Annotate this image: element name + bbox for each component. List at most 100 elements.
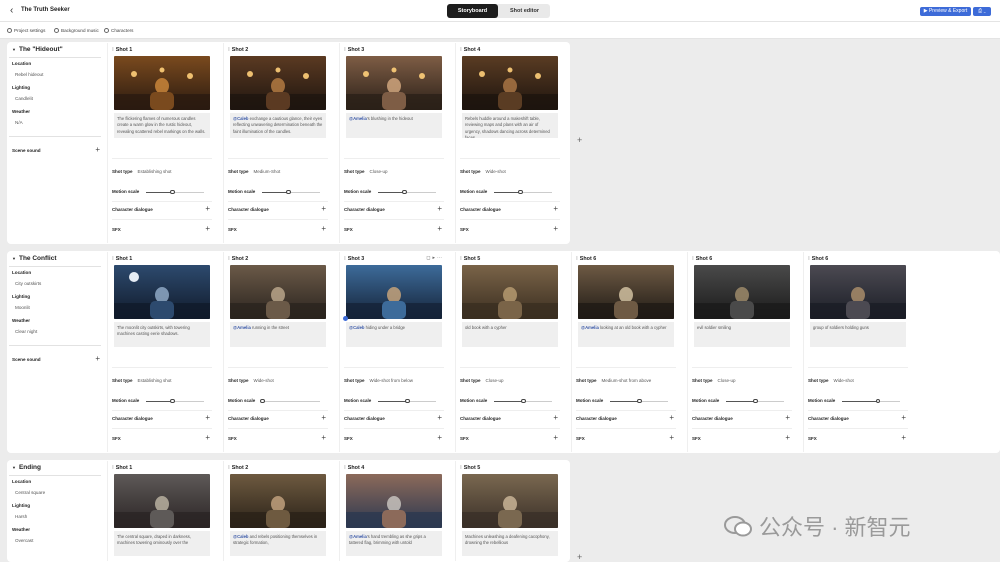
shot-thumbnail[interactable] [114,56,210,110]
motion-scale-slider[interactable] [494,189,552,194]
shot-card[interactable]: ⁞ Shot 6 group of soldiers holding guns S… [803,252,914,452]
motion-scale-slider[interactable] [378,189,436,194]
shot-card[interactable]: ⁞ Shot 6 evil soldier smiling Shot type Cl… [687,252,798,452]
background-music-button[interactable]: Background music [54,28,99,33]
character-mention[interactable]: @Caleb [349,325,365,330]
shot-type-value[interactable]: Medium-Shot [254,169,281,174]
shot-description[interactable]: Machines unleashing a deafening cacophon… [462,531,558,556]
character-mention[interactable]: @Amelia [581,325,599,330]
shot-card[interactable]: ⁞ Shot 3 ◻▸⋯ @Caleb hiding under a bridge… [339,252,450,452]
add-sfx-icon[interactable]: + [205,224,210,233]
motion-scale-slider[interactable] [726,398,784,403]
weather-value[interactable]: Clear night [15,329,37,334]
shot-description[interactable]: @Caleb hiding under a bridge [346,322,442,347]
motion-scale-slider[interactable] [610,398,668,403]
shot-thumbnail[interactable] [230,474,326,528]
character-mention[interactable]: @Amelia [349,534,367,539]
slider-knob[interactable] [402,189,407,194]
drag-handle-icon[interactable]: ⁞ [112,465,114,471]
shot-thumbnail[interactable] [230,265,326,319]
slider-knob[interactable] [405,398,410,403]
shot-description[interactable]: @Caleb and rebels positioning themselves… [230,531,326,556]
shot-thumbnail[interactable] [462,474,558,528]
shot-type-value[interactable]: Close-up [370,169,388,174]
lighting-value[interactable]: Candlelit [15,96,33,101]
shot-thumbnail[interactable] [230,56,326,110]
location-value[interactable]: City outskirts [15,281,41,286]
export-menu-button[interactable]: ⎙ ⌄ [973,7,991,16]
weather-value[interactable]: Overcast [15,538,33,543]
lighting-value[interactable]: Moonlit [15,305,30,310]
drag-handle-icon[interactable]: ⁞ [228,465,230,471]
shot-description[interactable]: @Amelia looking at an old book with a cy… [578,322,674,347]
shot-description[interactable]: The flickering flames of numerous candle… [114,113,210,138]
drag-handle-icon[interactable]: ⁞ [808,256,810,262]
shot-card[interactable]: ⁞ Shot 2 @Amelia running in the street Sh… [223,252,334,452]
characters-button[interactable]: Characters [104,28,133,33]
drag-handle-icon[interactable]: ⁞ [344,465,346,471]
add-sfx-icon[interactable]: + [437,224,442,233]
add-sfx-icon[interactable]: + [321,433,326,442]
shot-type-value[interactable]: Establishing shot [138,169,172,174]
more-icon[interactable]: ⋯ [437,255,444,261]
slider-knob[interactable] [875,398,881,403]
add-dialogue-icon[interactable]: + [205,413,210,422]
character-mention[interactable]: @Caleb [233,116,249,121]
add-sfx-icon[interactable]: + [785,433,790,442]
shot-card[interactable]: ⁞ Shot 6 @Amelia looking at an old book w… [571,252,682,452]
add-dialogue-icon[interactable]: + [437,413,442,422]
shot-thumbnail[interactable] [810,265,906,319]
add-dialogue-icon[interactable]: + [553,413,558,422]
scene-title[interactable]: ▼ The Conflict [12,255,57,262]
shot-type-value[interactable]: Wide-shot from below [370,378,414,383]
shot-card[interactable]: ⁞ Shot 5 old book with a cypher Shot type… [455,252,566,452]
shot-type-value[interactable]: Close-up [486,378,504,383]
add-dialogue-icon[interactable]: + [205,204,210,213]
character-mention[interactable]: @Caleb [233,534,249,539]
collapse-icon[interactable]: ▼ [12,256,16,261]
shot-thumbnail[interactable] [462,265,558,319]
location-value[interactable]: Rebel hideout [15,72,43,77]
character-mention[interactable]: @Amelia [349,116,367,121]
shot-description[interactable]: The central square, draped in darkness, … [114,531,210,556]
motion-scale-slider[interactable] [260,398,320,403]
shot-description[interactable]: evil soldier smiling [694,322,790,347]
motion-scale-slider[interactable] [378,398,436,403]
drag-handle-icon[interactable]: ⁞ [112,256,114,262]
add-dialogue-icon[interactable]: + [553,204,558,213]
add-sfx-icon[interactable]: + [553,433,558,442]
shot-description[interactable]: old book with a cypher [462,322,558,347]
shot-description[interactable]: @Amelia's blushing in the hideout [346,113,442,138]
add-sfx-icon[interactable]: + [669,433,674,442]
shot-card[interactable]: ⁞ Shot 1 The central square, draped in da… [107,461,218,561]
add-sfx-icon[interactable]: + [437,433,442,442]
drag-handle-icon[interactable]: ⁞ [460,465,462,471]
shot-card[interactable]: ⁞ Shot 5 Machines unleashing a deafening … [455,461,566,561]
motion-scale-slider[interactable] [262,189,320,194]
add-scene-sound-icon[interactable]: + [95,145,100,154]
add-dialogue-icon[interactable]: + [785,413,790,422]
shot-description[interactable]: group of soldiers holding guns [810,322,906,347]
weather-value[interactable]: N/A [15,120,23,125]
drag-handle-icon[interactable]: ⁞ [228,47,230,53]
preview-export-button[interactable]: ▶ Preview & Export [920,7,971,16]
shot-thumbnail[interactable] [346,56,442,110]
slider-knob[interactable] [260,398,265,403]
shot-thumbnail[interactable] [346,265,442,319]
shot-type-value[interactable]: Establishing shot [138,378,172,383]
add-dialogue-icon[interactable]: + [321,204,326,213]
add-dialogue-icon[interactable]: + [437,204,442,213]
shot-thumbnail[interactable] [694,265,790,319]
location-value[interactable]: Central square [15,490,45,495]
drag-handle-icon[interactable]: ⁞ [344,256,346,262]
shot-thumbnail[interactable] [578,265,674,319]
shot-type-value[interactable]: Wide-shot [834,378,854,383]
shot-type-value[interactable]: Medium-shot from above [602,378,652,383]
collapse-icon[interactable]: ▼ [12,465,16,470]
drag-handle-icon[interactable]: ⁞ [576,256,578,262]
shot-card[interactable]: ⁞ Shot 1 The flickering flames of numerou… [107,43,218,243]
drag-handle-icon[interactable]: ⁞ [460,47,462,53]
add-dialogue-icon[interactable]: + [321,413,326,422]
shot-card[interactable]: ⁞ Shot 4 @Amelia's hand trembling as she … [339,461,450,561]
shot-thumbnail[interactable] [346,474,442,528]
